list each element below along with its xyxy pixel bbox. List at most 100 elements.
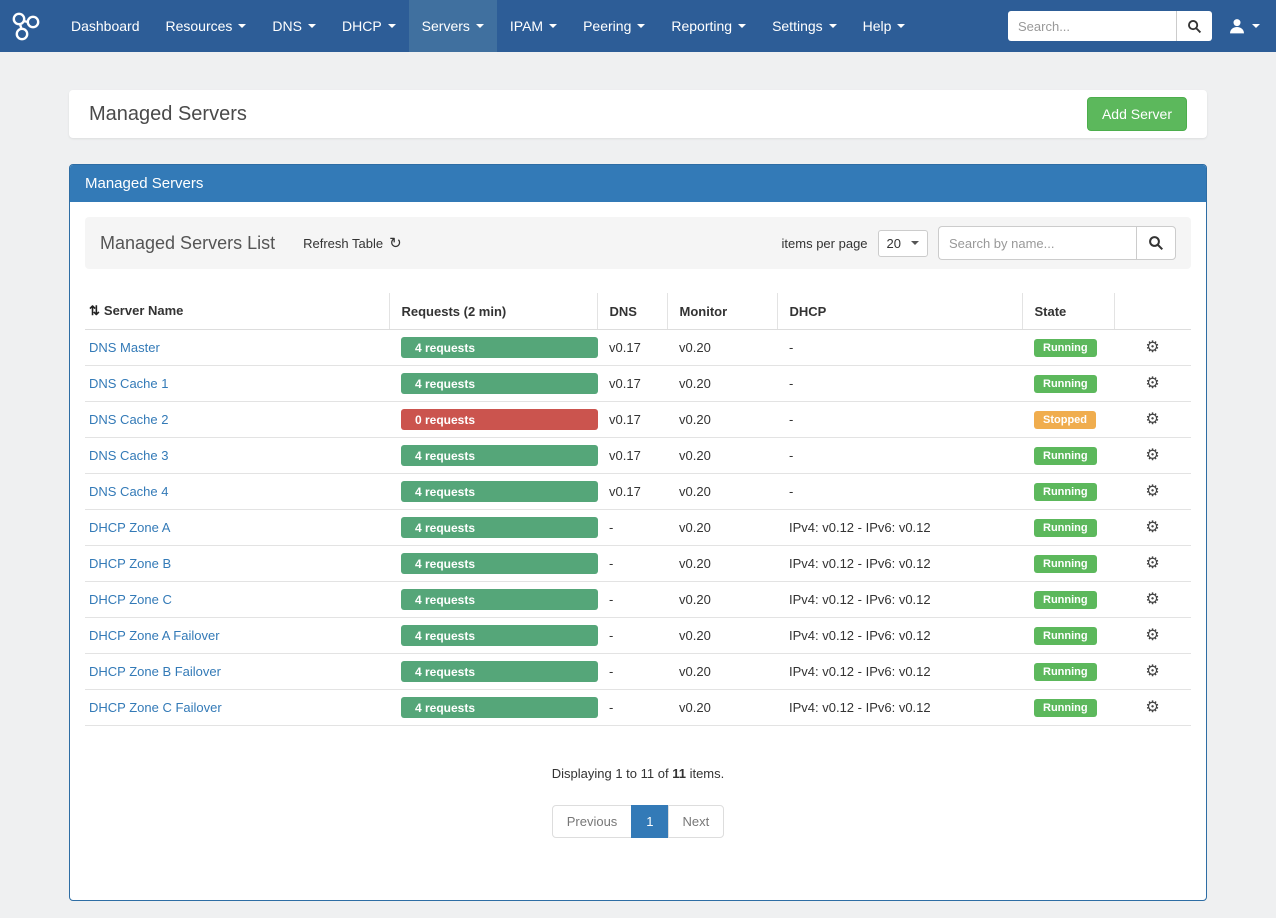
requests-progress: 4 requests xyxy=(401,481,598,502)
server-settings-gear-icon[interactable]: ⚙ xyxy=(1145,339,1159,356)
server-name-link[interactable]: DNS Cache 4 xyxy=(89,484,168,499)
panel-title: Managed Servers xyxy=(70,165,1206,202)
requests-label: 4 requests xyxy=(415,629,475,643)
table-row: DHCP Zone C Failover 4 requests - v0.20 … xyxy=(85,690,1191,726)
nav-item-reporting[interactable]: Reporting xyxy=(658,0,759,52)
table-row: DNS Cache 2 0 requests v0.17 v0.20 - Sto… xyxy=(85,402,1191,438)
column-header-dns: DNS xyxy=(597,293,667,330)
server-name-link[interactable]: DHCP Zone A Failover xyxy=(89,628,220,643)
server-settings-gear-icon[interactable]: ⚙ xyxy=(1145,375,1159,392)
nav-menu: Dashboard ResourcesDNSDHCPServersIPAM Peer… xyxy=(58,0,918,52)
server-settings-gear-icon[interactable]: ⚙ xyxy=(1145,663,1159,680)
search-icon xyxy=(1148,235,1164,251)
state-badge: Running xyxy=(1034,591,1097,609)
server-name-link[interactable]: DHCP Zone B xyxy=(89,556,171,571)
nav-item-peering[interactable]: Peering xyxy=(570,0,658,52)
nav-item-ipam[interactable]: IPAM xyxy=(497,0,570,52)
server-settings-gear-icon[interactable]: ⚙ xyxy=(1145,591,1159,608)
state-badge: Running xyxy=(1034,519,1097,537)
nav-item-servers[interactable]: Servers xyxy=(409,0,497,52)
server-name-link[interactable]: DNS Cache 2 xyxy=(89,412,168,427)
add-server-button[interactable]: Add Server xyxy=(1087,97,1187,131)
servers-table: ⇅Server Name Requests (2 min) DNS Monito… xyxy=(85,293,1191,726)
dhcp-versions: IPv4: v0.12 - IPv6: v0.12 xyxy=(777,654,1022,690)
server-settings-gear-icon[interactable]: ⚙ xyxy=(1145,411,1159,428)
server-settings-gear-icon[interactable]: ⚙ xyxy=(1145,447,1159,464)
state-badge: Running xyxy=(1034,447,1097,465)
summary-prefix: Displaying 1 to 11 of xyxy=(552,766,669,781)
pagination-next[interactable]: Next xyxy=(668,805,725,838)
server-table-body: DNS Master 4 requests v0.17 v0.20 - Runn… xyxy=(85,330,1191,726)
requests-label: 4 requests xyxy=(415,665,475,679)
nav-item-dashboard[interactable]: Dashboard xyxy=(58,0,153,52)
sort-icon: ⇅ xyxy=(89,303,100,318)
server-name-link[interactable]: DNS Cache 3 xyxy=(89,448,168,463)
chevron-down-icon xyxy=(549,24,557,28)
dns-version: - xyxy=(597,618,667,654)
nav-item-dhcp[interactable]: DHCP xyxy=(329,0,409,52)
pagination-previous[interactable]: Previous xyxy=(552,805,633,838)
nav-item-label: Reporting xyxy=(671,18,732,34)
server-name-link[interactable]: DHCP Zone C xyxy=(89,592,172,607)
monitor-version: v0.20 xyxy=(667,366,777,402)
chevron-down-icon xyxy=(1252,24,1260,28)
server-settings-gear-icon[interactable]: ⚙ xyxy=(1145,519,1159,536)
table-search-input[interactable] xyxy=(938,226,1136,260)
server-name-link[interactable]: DHCP Zone A xyxy=(89,520,170,535)
navbar-search-input[interactable] xyxy=(1008,11,1176,41)
page-header-bar: Managed Servers Add Server xyxy=(69,90,1207,138)
chevron-down-icon xyxy=(388,24,396,28)
requests-bar: 4 requests xyxy=(401,661,598,682)
requests-label: 4 requests xyxy=(415,377,475,391)
server-settings-gear-icon[interactable]: ⚙ xyxy=(1145,555,1159,572)
requests-progress: 4 requests xyxy=(401,445,598,466)
table-summary: Displaying 1 to 11 of 11 items. xyxy=(85,766,1191,781)
server-name-link[interactable]: DHCP Zone C Failover xyxy=(89,700,222,715)
list-title: Managed Servers List xyxy=(100,233,275,254)
requests-progress: 4 requests xyxy=(401,589,598,610)
column-header-server-name[interactable]: ⇅Server Name xyxy=(85,293,389,330)
requests-bar: 4 requests xyxy=(401,445,598,466)
dns-version: - xyxy=(597,582,667,618)
server-name-link[interactable]: DNS Master xyxy=(89,340,160,355)
pagination-page-1[interactable]: 1 xyxy=(631,805,668,838)
table-row: DNS Cache 4 4 requests v0.17 v0.20 - Run… xyxy=(85,474,1191,510)
nav-item-label: Help xyxy=(863,18,892,34)
nav-item-label: Peering xyxy=(583,18,631,34)
monitor-version: v0.20 xyxy=(667,654,777,690)
navbar-search-button[interactable] xyxy=(1176,11,1212,41)
items-per-page-select[interactable]: 20 xyxy=(878,230,928,257)
state-badge: Running xyxy=(1034,339,1097,357)
nav-item-help[interactable]: Help xyxy=(850,0,919,52)
server-settings-gear-icon[interactable]: ⚙ xyxy=(1145,627,1159,644)
monitor-version: v0.20 xyxy=(667,510,777,546)
monitor-version: v0.20 xyxy=(667,330,777,366)
nav-item-resources[interactable]: Resources xyxy=(153,0,260,52)
monitor-version: v0.20 xyxy=(667,618,777,654)
column-header-state: State xyxy=(1022,293,1114,330)
app-logo[interactable] xyxy=(8,8,44,44)
nav-item-settings[interactable]: Settings xyxy=(759,0,850,52)
chevron-down-icon xyxy=(238,24,246,28)
refresh-table-button[interactable]: Refresh Table ↻ xyxy=(303,236,402,251)
server-name-link[interactable]: DHCP Zone B Failover xyxy=(89,664,221,679)
server-name-link[interactable]: DNS Cache 1 xyxy=(89,376,168,391)
chevron-down-icon xyxy=(476,24,484,28)
nav-item-label: Settings xyxy=(772,18,823,34)
chevron-down-icon xyxy=(637,24,645,28)
state-badge: Running xyxy=(1034,375,1097,393)
requests-bar: 0 requests xyxy=(401,409,598,430)
refresh-icon: ↻ xyxy=(389,236,402,251)
nav-item-dns[interactable]: DNS xyxy=(259,0,329,52)
items-per-page-label: items per page xyxy=(782,236,868,251)
user-menu[interactable] xyxy=(1228,17,1260,35)
server-settings-gear-icon[interactable]: ⚙ xyxy=(1145,483,1159,500)
requests-label: 4 requests xyxy=(415,701,475,715)
server-settings-gear-icon[interactable]: ⚙ xyxy=(1145,699,1159,716)
column-header-requests: Requests (2 min) xyxy=(389,293,597,330)
table-search-button[interactable] xyxy=(1136,226,1176,260)
requests-progress: 4 requests xyxy=(401,517,598,538)
nav-item-label: Dashboard xyxy=(71,18,140,34)
requests-bar: 4 requests xyxy=(401,337,598,358)
monitor-version: v0.20 xyxy=(667,474,777,510)
